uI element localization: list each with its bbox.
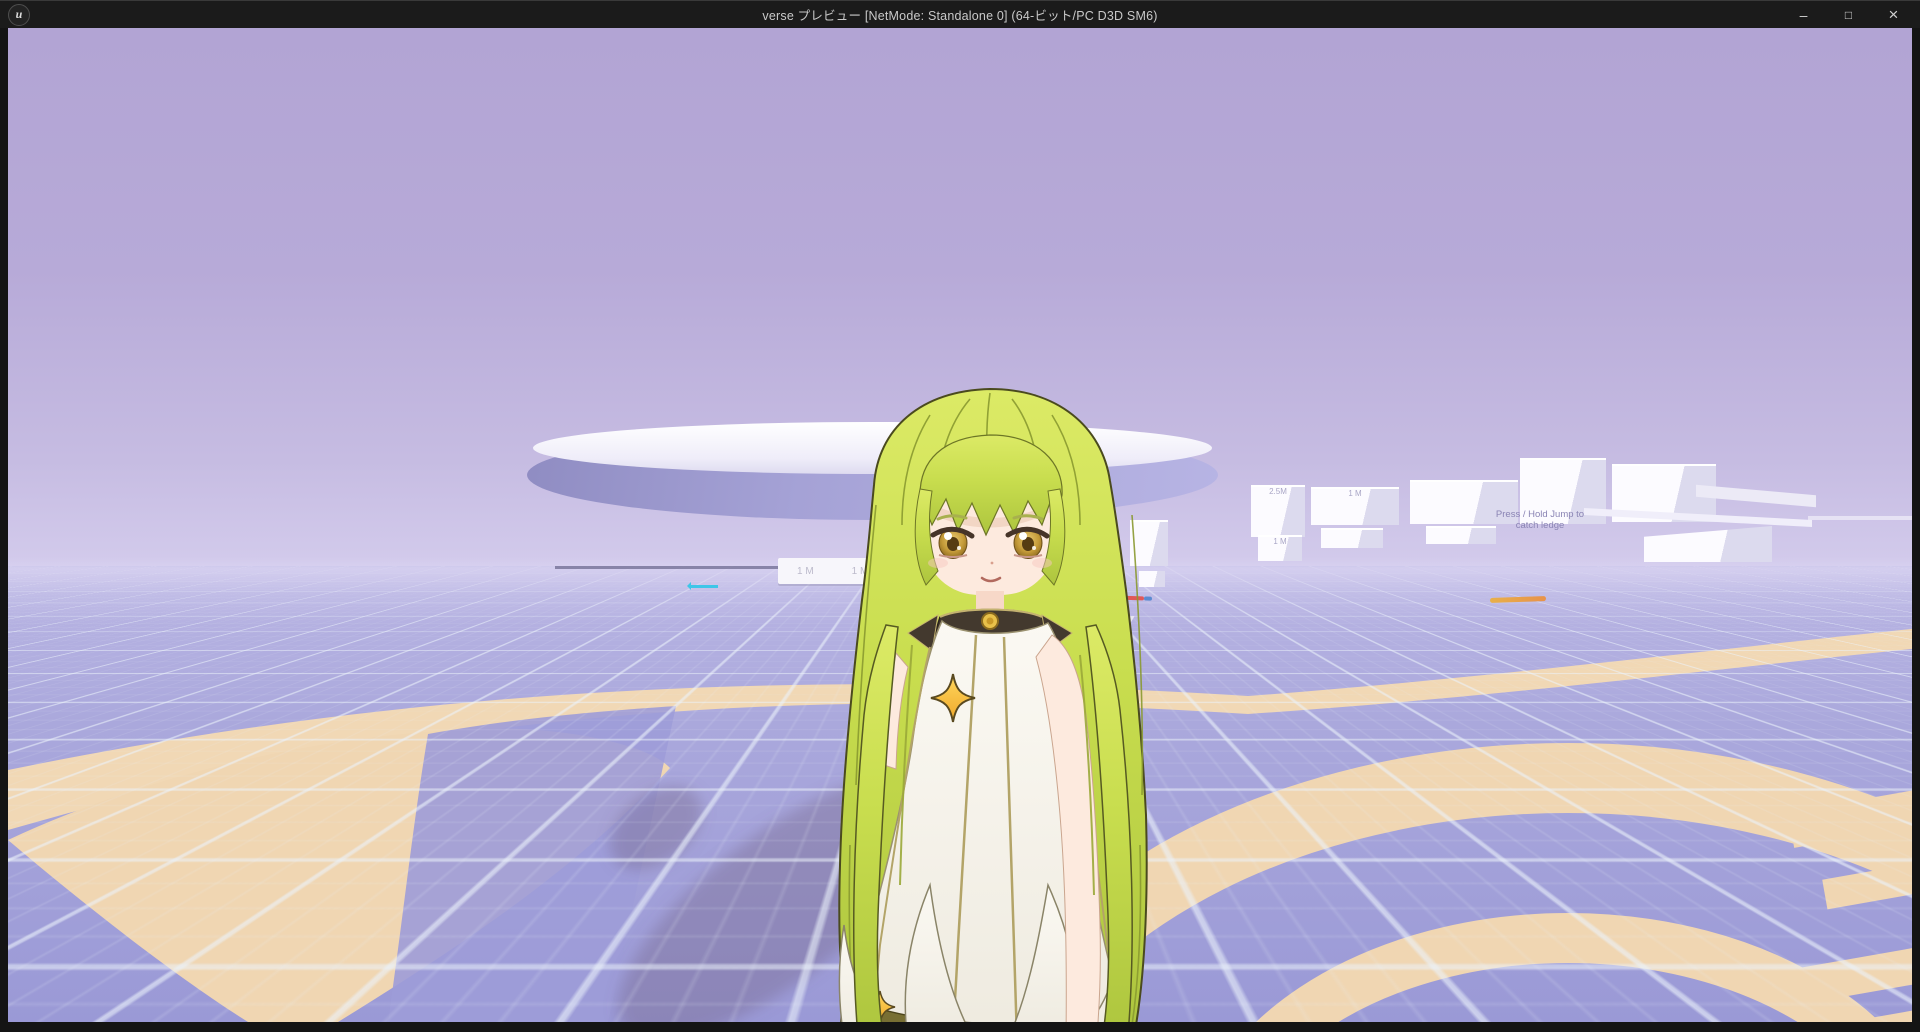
ramp — [1808, 516, 1912, 520]
minimize-button[interactable]: – — [1781, 1, 1826, 29]
block-label: 1 M — [1273, 537, 1286, 546]
character-avatar — [780, 385, 1220, 1022]
block-tall: 2.5M — [1251, 485, 1305, 537]
game-viewport[interactable]: 1 M 1 M 1 M 2.5M 1 M 1 M Press / Hold Ju… — [8, 28, 1912, 1022]
block-label: 2.5M — [1269, 487, 1287, 496]
block-label: 1 M — [1348, 489, 1361, 498]
window-controls: – □ × — [1781, 1, 1916, 29]
close-button[interactable]: × — [1871, 1, 1916, 29]
maximize-button[interactable]: □ — [1826, 1, 1871, 29]
tutorial-hint-text: Press / Hold Jump to catch ledge — [1470, 509, 1610, 531]
block-step: 1 M — [1258, 535, 1302, 561]
cyan-arrow-marker — [690, 585, 718, 588]
block — [1321, 528, 1383, 548]
unreal-engine-logo-icon[interactable]: u — [8, 4, 30, 26]
hint-line: Press / Hold Jump to — [1470, 509, 1610, 520]
distant-ledge — [555, 566, 779, 569]
titlebar: u verse プレビュー [NetMode: Standalone 0] (6… — [0, 0, 1920, 28]
window-title: verse プレビュー [NetMode: Standalone 0] (64-… — [0, 5, 1920, 24]
hint-line: catch ledge — [1470, 520, 1610, 531]
block-mid: 1 M — [1311, 487, 1399, 525]
